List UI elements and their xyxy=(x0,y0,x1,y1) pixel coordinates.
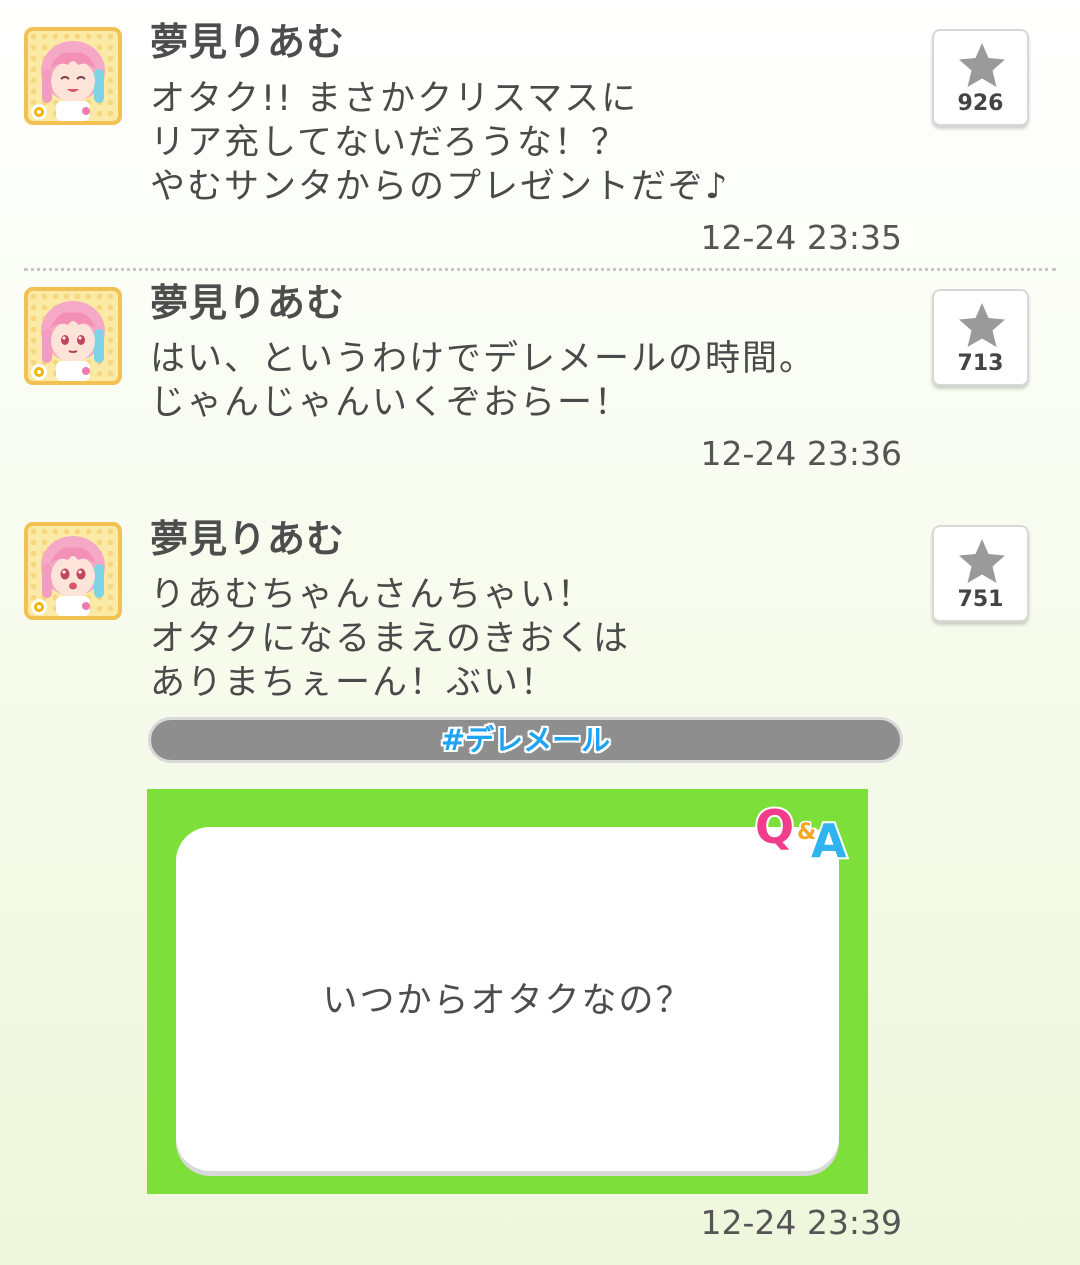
message-text: はい、というわけでデレメールの時間。 じゃんじゃんいくぞおらー！ xyxy=(150,337,816,425)
avatar[interactable] xyxy=(24,287,122,385)
timestamp: 12-24 23:35 xyxy=(700,218,902,257)
qa-card-panel: いつからオタクなの？ xyxy=(176,827,839,1171)
avatar[interactable] xyxy=(24,522,122,620)
message-line: オタク!! まさかクリスマスに xyxy=(150,79,639,119)
message-line: リア充してないだろうな！？ xyxy=(150,123,628,163)
flower-icon xyxy=(31,364,47,380)
message-line: りあむちゃんさんちゃい！ xyxy=(150,575,595,615)
star-icon xyxy=(959,303,1005,347)
author-name[interactable]: 夢見りあむ xyxy=(150,281,345,325)
timestamp: 12-24 23:39 xyxy=(700,1203,902,1242)
qa-badge-icon: Q & A xyxy=(753,798,849,867)
avatar[interactable] xyxy=(24,27,122,125)
favorite-button[interactable]: 926 xyxy=(932,29,1029,126)
favorite-button[interactable]: 751 xyxy=(932,525,1029,622)
star-icon xyxy=(959,539,1005,583)
flower-icon xyxy=(31,104,47,120)
message-line: じゃんじゃんいくぞおらー！ xyxy=(150,383,632,423)
message-line: オタクになるまえのきおくは xyxy=(150,619,630,659)
message-text: りあむちゃんさんちゃい！ オタクになるまえのきおくは ありまちぇーん！ぶい！ xyxy=(150,573,630,705)
qa-question: いつからオタクなの？ xyxy=(322,981,693,1021)
qa-card[interactable]: いつからオタクなの？ Q & A xyxy=(147,789,868,1194)
author-name[interactable]: 夢見りあむ xyxy=(150,20,345,64)
favorite-count: 713 xyxy=(957,351,1004,376)
flower-icon xyxy=(31,599,47,615)
author-name[interactable]: 夢見りあむ xyxy=(150,517,345,561)
qa-badge-q: Q xyxy=(755,800,794,854)
message-line: ありまちぇーん！ぶい！ xyxy=(150,663,558,703)
favorite-count: 751 xyxy=(957,587,1004,612)
post-divider xyxy=(24,268,1056,271)
qa-badge-a: A xyxy=(811,814,847,867)
message-text: オタク!! まさかクリスマスに リア充してないだろうな！？ やむサンタからのプレ… xyxy=(150,77,729,209)
hashtag-button[interactable]: #デレメール xyxy=(148,717,903,763)
message-line: はい、というわけでデレメールの時間。 xyxy=(150,339,817,379)
favorite-button[interactable]: 713 xyxy=(932,289,1029,386)
timestamp: 12-24 23:36 xyxy=(700,434,902,473)
star-icon xyxy=(959,43,1005,87)
message-line: やむサンタからのプレゼントだぞ♪ xyxy=(150,167,730,207)
hashtag-label: #デレメール xyxy=(440,723,611,757)
favorite-count: 926 xyxy=(957,91,1004,116)
